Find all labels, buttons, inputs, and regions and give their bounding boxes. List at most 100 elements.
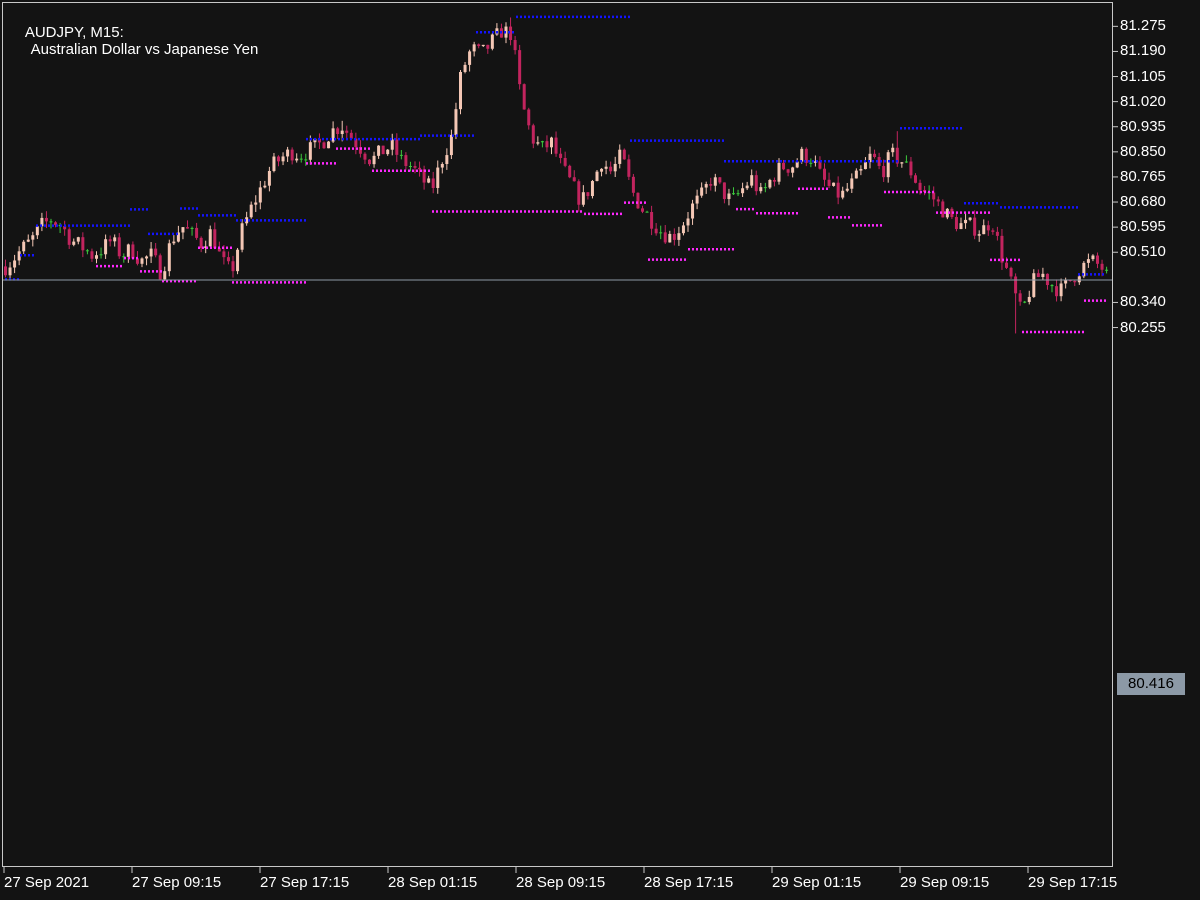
candle (195, 222, 199, 240)
price-tick-label: 80.935 (1120, 117, 1166, 135)
price-tick-label: 80.510 (1120, 243, 1166, 261)
candle (299, 153, 303, 163)
candle (399, 149, 403, 160)
candle (126, 243, 130, 263)
candle (604, 160, 608, 175)
candle (1096, 252, 1099, 269)
candle (440, 162, 444, 174)
candle (991, 228, 995, 235)
time-tick-label: 27 Sep 2021 (4, 874, 90, 891)
candle (663, 225, 667, 244)
candle (1000, 229, 1004, 270)
candle (891, 143, 895, 157)
candle (550, 136, 553, 155)
candle (167, 239, 171, 277)
candle (186, 220, 189, 229)
candle (422, 165, 426, 190)
candle (886, 149, 890, 183)
current-price-label: 80.416 (1117, 673, 1185, 695)
candle (732, 187, 735, 196)
candle (686, 212, 690, 232)
candle (1059, 278, 1063, 302)
candle (554, 131, 558, 157)
candle (145, 255, 149, 266)
time-tick-label: 27 Sep 09:15 (132, 874, 222, 891)
candle (249, 201, 253, 219)
candle (258, 180, 262, 210)
candle (295, 153, 299, 163)
candle (199, 236, 203, 253)
chart-title: AUDJPY, M15: Australian Dollar vs Japane… (9, 7, 258, 75)
price-tick-label: 80.850 (1120, 142, 1166, 160)
candle (627, 154, 631, 181)
candle (563, 151, 567, 168)
candle (349, 129, 353, 140)
candle (941, 199, 945, 218)
candle (841, 186, 845, 200)
candle (709, 177, 713, 191)
candle (659, 225, 663, 240)
candle (959, 217, 963, 230)
candle (208, 225, 212, 247)
price-tick-label: 81.105 (1120, 67, 1166, 85)
candle (95, 251, 98, 264)
candle (181, 227, 185, 240)
price-tick-label: 80.680 (1120, 193, 1166, 211)
candle (486, 44, 490, 54)
candle (463, 61, 467, 74)
candle (140, 257, 144, 268)
candle (977, 230, 981, 242)
candle (35, 225, 39, 240)
candle (368, 159, 371, 167)
candle (1105, 266, 1109, 274)
candle (1086, 253, 1090, 268)
candle (381, 145, 385, 155)
candle (618, 144, 622, 169)
candle (372, 151, 376, 168)
candle (336, 126, 340, 140)
candle (427, 175, 431, 184)
candle (818, 156, 822, 170)
candle (154, 242, 158, 258)
candle (277, 155, 280, 167)
candle (149, 242, 153, 264)
candle (700, 182, 704, 198)
candle (850, 173, 854, 194)
candle (572, 170, 576, 182)
candle (568, 164, 572, 179)
time-tick-label: 28 Sep 09:15 (516, 874, 606, 891)
candle (158, 253, 162, 280)
candle (754, 170, 758, 196)
candle (263, 180, 267, 189)
candle (1023, 300, 1027, 304)
candle (672, 228, 676, 246)
candle (131, 241, 135, 260)
candle (40, 212, 44, 232)
candle (26, 234, 30, 243)
chart-window[interactable]: AUDJPY, M15: Australian Dollar vs Japane… (0, 0, 1200, 900)
candle (982, 219, 986, 235)
candle (545, 135, 549, 153)
candle (973, 210, 977, 240)
candle (395, 133, 399, 162)
candle (163, 266, 167, 281)
candle (681, 222, 685, 236)
candle (72, 238, 76, 247)
time-tick-label: 29 Sep 17:15 (1028, 874, 1118, 891)
candle (377, 145, 381, 159)
candle (791, 166, 795, 178)
candle (932, 186, 936, 207)
candle (863, 157, 867, 170)
candle (1032, 269, 1036, 298)
candle (499, 23, 503, 38)
candle (1027, 290, 1031, 305)
price-chart[interactable] (0, 0, 1200, 900)
candle (4, 259, 7, 278)
price-tick-label: 80.340 (1120, 293, 1166, 311)
candle (923, 185, 927, 196)
candle (49, 218, 53, 229)
candle (8, 262, 12, 280)
candle (254, 195, 258, 212)
candle (190, 226, 194, 236)
candle (600, 168, 604, 177)
